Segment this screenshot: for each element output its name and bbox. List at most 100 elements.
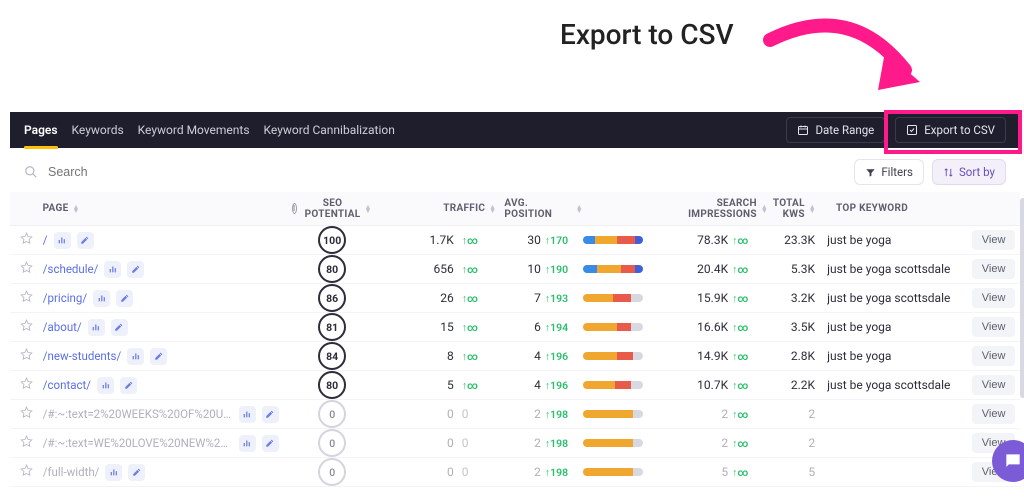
- page-link[interactable]: /pricing/: [43, 291, 87, 305]
- traffic-value: 0: [371, 407, 458, 421]
- pages-table: PAGE ▲▼ i SEO POTENTIAL ▲▼ TRAFFIC ▲▼ AV…: [10, 192, 1020, 500]
- traffic-value: 8: [371, 349, 458, 363]
- edit-button[interactable]: [262, 435, 279, 452]
- distribution-bar: [583, 323, 643, 331]
- edit-button[interactable]: [128, 464, 145, 481]
- avg-position-delta: ↑196: [541, 349, 584, 363]
- seo-potential-ring: 84: [318, 342, 346, 370]
- col-traffic[interactable]: TRAFFIC ▲▼: [372, 203, 501, 214]
- impressions-value: 2: [651, 407, 728, 421]
- tab-keyword-movements[interactable]: Keyword Movements: [138, 112, 250, 148]
- distribution-bar: [583, 265, 643, 273]
- col-seo-potential[interactable]: i SEO POTENTIAL ▲▼: [292, 198, 372, 220]
- edit-button[interactable]: [120, 377, 137, 394]
- view-button[interactable]: View: [972, 346, 1016, 366]
- traffic-value: 1.7K: [371, 233, 458, 247]
- chart-button[interactable]: [54, 232, 71, 249]
- star-icon[interactable]: [20, 406, 33, 419]
- date-range-button[interactable]: Date Range: [786, 117, 885, 143]
- chart-button[interactable]: [127, 348, 144, 365]
- col-avg-position[interactable]: AVG. POSITION ▲▼: [500, 198, 653, 220]
- star-icon[interactable]: [20, 261, 33, 274]
- total-kws-value: 3.2K: [767, 291, 827, 305]
- top-keyword-value: just be yoga scottsdale: [827, 291, 972, 305]
- view-button[interactable]: View: [972, 317, 1016, 337]
- avg-position-delta: ↑196: [541, 378, 584, 392]
- traffic-delta: 0: [458, 407, 501, 421]
- distribution-bar: [583, 410, 643, 418]
- search-icon: [24, 165, 38, 179]
- page-link[interactable]: /#:~:text=2%20WEEKS%20OF%20UNLIMIT...: [43, 407, 233, 421]
- edit-button[interactable]: [127, 261, 144, 278]
- avg-position-delta: ↑193: [541, 291, 584, 305]
- tab-keywords[interactable]: Keywords: [72, 112, 124, 148]
- traffic-delta: ↑∞: [458, 291, 501, 305]
- page-link[interactable]: /: [43, 233, 48, 247]
- page-link[interactable]: /about/: [43, 320, 82, 334]
- search-input[interactable]: [48, 165, 248, 179]
- table-body: / 100 1.7K ↑∞ 30 ↑170 78.3K ↑∞ 23.3K jus…: [10, 226, 1020, 487]
- tab-pages[interactable]: Pages: [24, 112, 58, 148]
- chat-icon: [1003, 451, 1023, 471]
- chart-button[interactable]: [88, 319, 105, 336]
- view-button[interactable]: View: [972, 404, 1016, 424]
- info-icon: i: [292, 203, 297, 214]
- view-button[interactable]: View: [972, 230, 1016, 250]
- total-kws-value: 23.3K: [767, 233, 827, 247]
- distribution-bar: [583, 439, 643, 447]
- edit-button[interactable]: [262, 406, 279, 423]
- chart-button[interactable]: [93, 290, 110, 307]
- edit-button[interactable]: [150, 348, 167, 365]
- star-icon[interactable]: [20, 435, 33, 448]
- edit-button[interactable]: [111, 319, 128, 336]
- scrollbar[interactable]: [1020, 198, 1024, 398]
- page-link[interactable]: /schedule/: [43, 262, 99, 276]
- chart-button[interactable]: [239, 435, 256, 452]
- edit-button[interactable]: [77, 232, 94, 249]
- total-kws-value: 5: [767, 465, 827, 479]
- page-link[interactable]: /full-width/: [43, 465, 100, 479]
- edit-button[interactable]: [116, 290, 133, 307]
- chart-button[interactable]: [97, 377, 114, 394]
- total-kws-value: 2: [767, 436, 827, 450]
- view-button[interactable]: View: [972, 288, 1016, 308]
- sort-by-button[interactable]: Sort by: [932, 159, 1006, 185]
- impressions-value: 10.7K: [651, 378, 728, 392]
- page-link[interactable]: /contact/: [43, 378, 91, 392]
- table-row: /#:~:text=2%20WEEKS%20OF%20UNLIMIT... 0 …: [10, 400, 1020, 429]
- star-icon[interactable]: [20, 348, 33, 361]
- col-total-kws[interactable]: TOTAL KWS ▲▼: [768, 198, 828, 220]
- traffic-delta: ↑∞: [458, 262, 501, 276]
- chart-button[interactable]: [104, 261, 121, 278]
- filters-button[interactable]: Filters: [854, 159, 924, 185]
- star-icon[interactable]: [20, 377, 33, 390]
- sort-label: Sort by: [959, 165, 995, 179]
- view-button[interactable]: View: [972, 259, 1016, 279]
- avg-position-value: 10: [500, 262, 541, 276]
- star-icon[interactable]: [20, 319, 33, 332]
- page-link[interactable]: /new-students/: [43, 349, 121, 363]
- view-button[interactable]: View: [972, 375, 1016, 395]
- tab-keyword-cannibalization[interactable]: Keyword Cannibalization: [264, 112, 395, 148]
- star-icon[interactable]: [20, 464, 33, 477]
- avg-position-delta: ↑170: [541, 233, 584, 247]
- avg-position-value: 4: [500, 378, 541, 392]
- traffic-value: 0: [371, 465, 458, 479]
- distribution-bar: [583, 381, 643, 389]
- traffic-delta: ↑∞: [458, 320, 501, 334]
- chart-button[interactable]: [239, 406, 256, 423]
- sort-icon: [943, 167, 954, 178]
- col-page[interactable]: PAGE ▲▼: [43, 203, 292, 214]
- impressions-value: 5: [651, 465, 728, 479]
- calendar-icon: [797, 124, 809, 136]
- export-csv-button[interactable]: Export to CSV: [895, 117, 1006, 143]
- traffic-delta: ↑∞: [458, 233, 501, 247]
- col-search-impressions[interactable]: SEARCH IMPRESSIONS ▲▼: [653, 198, 768, 220]
- page-link[interactable]: /#:~:text=WE%20LOVE%20NEW%20STUDE...: [43, 436, 233, 450]
- star-icon[interactable]: [20, 290, 33, 303]
- star-icon[interactable]: [20, 232, 33, 245]
- seo-potential-ring: 100: [318, 226, 346, 254]
- traffic-delta: ↑∞: [458, 349, 501, 363]
- chart-button[interactable]: [105, 464, 122, 481]
- traffic-value: 656: [371, 262, 458, 276]
